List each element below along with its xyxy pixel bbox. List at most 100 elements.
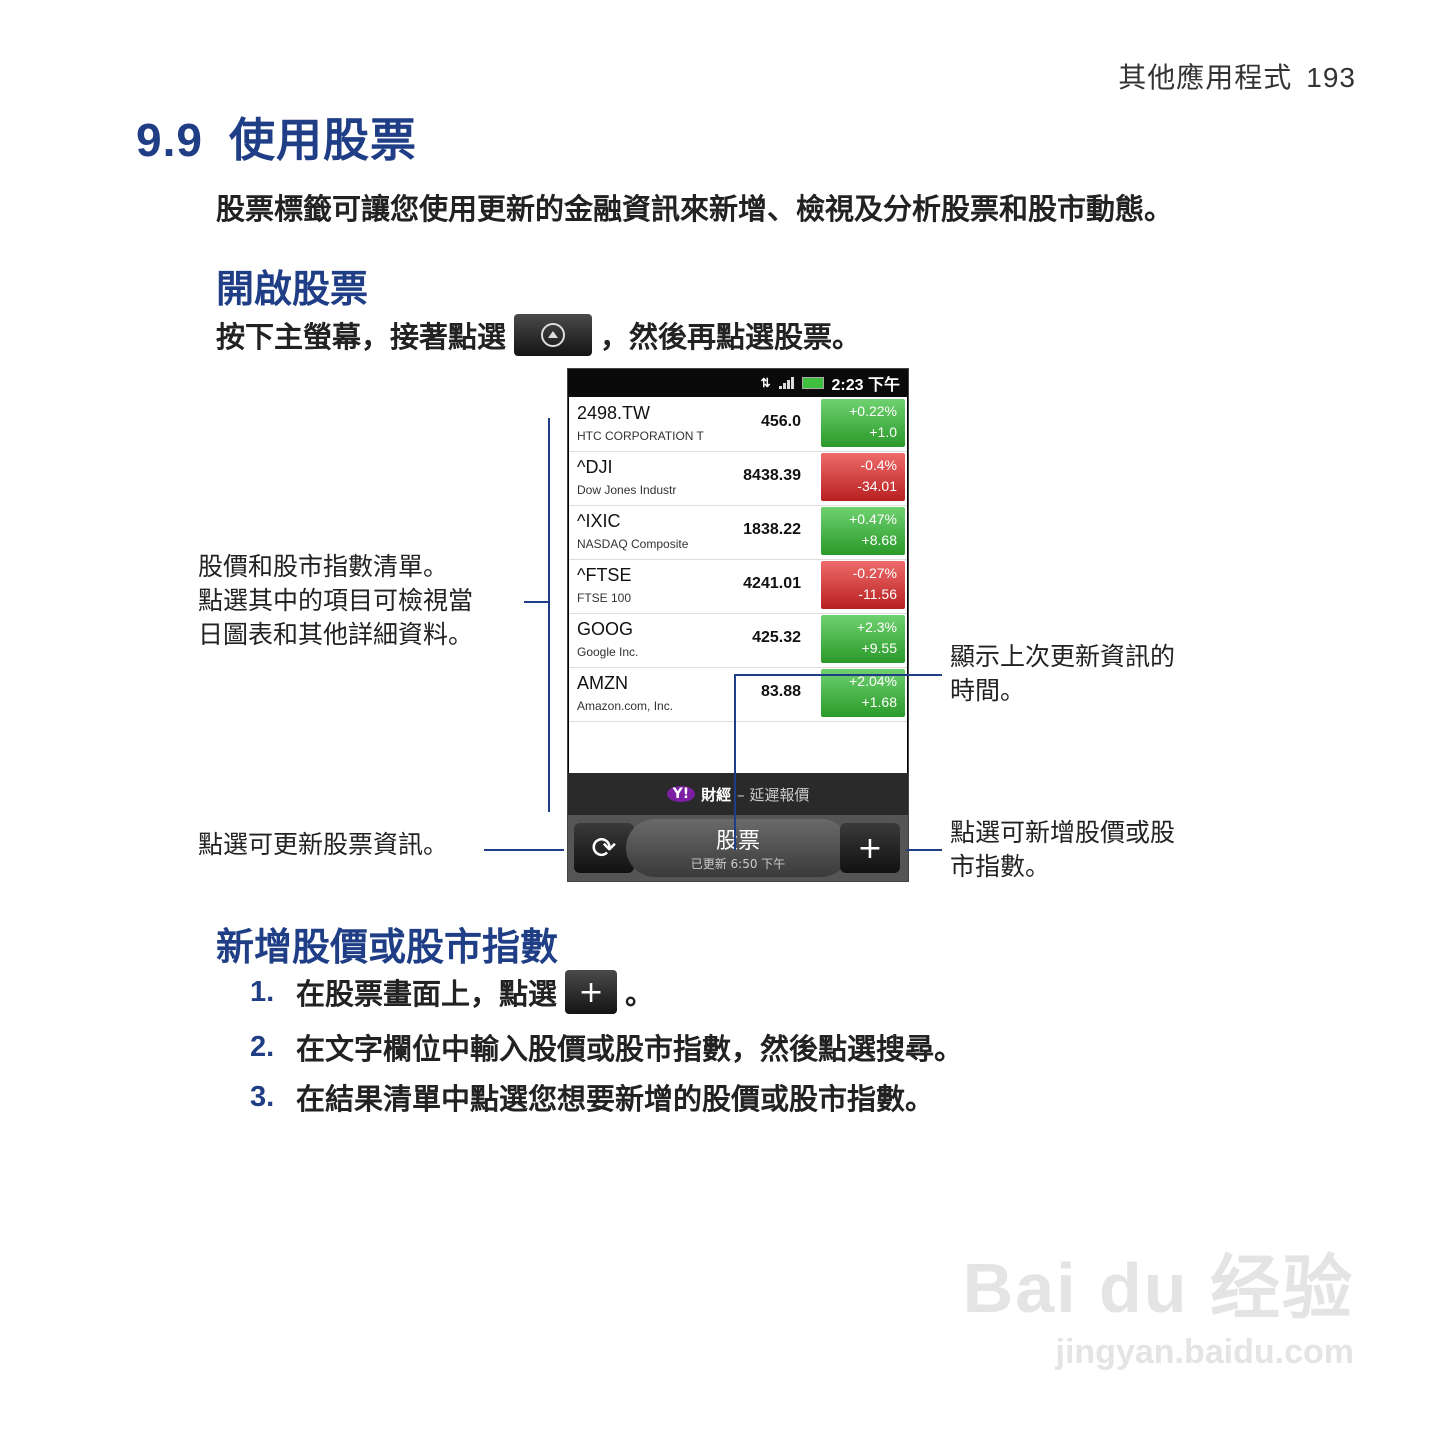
running-header: 其他應用程式 193 [1118,56,1356,96]
stock-row[interactable]: 2498.TW HTC CORPORATION T 456.0 +0.22% +1.0 [569,397,907,452]
stock-name: Google Inc. [577,645,639,659]
step-number: 1. [250,975,275,1008]
open-heading: 開啟股票 [216,267,369,311]
step-text: 在結果清單中點選您想要新增的股價或股市指數。 [296,1082,935,1116]
stock-change-percent: -0.4% [860,457,897,473]
stock-name: NASDAQ Composite [577,537,689,551]
stock-change-badge: -0.4% -34.01 [821,453,905,501]
page-number: 193 [1306,62,1356,93]
stock-price: 1838.22 [743,521,801,538]
stock-change-badge: -0.27% -11.56 [821,561,905,609]
phone-screenshot: ⇅ 2:23 下午 2498.TW HTC CORPORATION T 456.0 +… [567,368,909,882]
watermark-brand: Bai du 经验 [962,1249,1354,1327]
stock-price: 83.88 [760,683,801,700]
bottom-bar: ⟳ 股票 已更新 6:50 下午 + [568,815,908,881]
source-text: – 延遲報價 [737,785,810,804]
stock-change-value: +9.55 [861,640,897,656]
header-section: 其他應用程式 [1118,61,1293,94]
list-callout-line1: 股價和股市指數清單。 [198,552,449,581]
stock-change-value: -11.56 [858,586,897,602]
section-name: 使用股票 [228,113,417,167]
intro-paragraph: 股票標籤可讓您使用更新的金融資訊來新增、檢視及分析股票和股市動態。 [216,192,1174,226]
time-callout-line1: 顯示上次更新資訊的 [950,642,1176,671]
add-callout-line2: 市指數。 [950,852,1051,881]
stock-change-percent: +0.47% [849,511,897,527]
plus-button-inline: + [565,970,618,1014]
stock-symbol: 2498.TW [577,403,651,423]
stock-name: FTSE 100 [577,591,632,605]
stock-symbol: ^IXIC [577,511,621,531]
stock-change-badge: +2.04% +1.68 [821,669,905,717]
quote-source-bar: Y! 財經 – 延遲報價 [568,773,908,815]
stock-change-badge: +2.3% +9.55 [821,615,905,663]
status-bar: ⇅ 2:23 下午 [568,369,908,397]
section-number: 9.9 [136,114,203,166]
stock-change-value: +8.68 [861,532,897,548]
stock-symbol: ^FTSE [577,565,632,585]
add-stock-button[interactable]: + [840,823,900,873]
list-callout-line3: 日圖表和其他詳細資料。 [198,620,474,649]
list-callout: 股價和股市指數清單。 點選其中的項目可檢視當 日圖表和其他詳細資料。 [198,550,473,652]
stock-name: Dow Jones Industr [577,483,677,497]
status-time: 2:23 下午 [831,377,900,394]
stock-name: HTC CORPORATION T [577,429,704,443]
step-text: 在文字欄位中輸入股價或股市指數，然後點選搜尋。 [296,1032,964,1066]
stock-row[interactable]: GOOG Google Inc. 425.32 +2.3% +9.55 [569,613,907,668]
stock-price: 425.32 [752,629,801,646]
refresh-callout-line [484,849,564,851]
stock-name: Amazon.com, Inc. [577,699,674,713]
stock-price: 4241.01 [743,575,801,592]
stock-price: 8438.39 [743,467,801,484]
add-callout-line1: 點選可新增股價或股 [950,818,1176,847]
watermark-url: jingyan.baidu.com [1055,1333,1354,1371]
time-callout-line-h [734,674,942,676]
bottom-title: 股票 [715,829,760,854]
data-transfer-icon: ⇅ [760,376,771,390]
open-text-before: 按下主螢幕，接著點選 [216,320,507,354]
time-callout: 顯示上次更新資訊的 時間。 [950,640,1175,708]
open-instruction: 按下主螢幕，接著點選 ，然後再點選股票。 [216,314,861,356]
stock-symbol: GOOG [577,619,634,639]
stock-change-value: +1.0 [869,424,897,440]
list-bracket-line [548,418,550,812]
all-apps-button [514,314,593,356]
list-callout-line2: 點選其中的項目可檢視當 [198,586,474,615]
stock-change-badge: +0.47% +8.68 [821,507,905,555]
add-callout-line [906,849,942,851]
stock-change-percent: +2.3% [856,619,897,635]
stock-change-percent: +0.22% [849,403,897,419]
arrow-up-icon [541,323,566,347]
stock-row[interactable]: ^IXIC NASDAQ Composite 1838.22 +0.47% +8.68 [569,505,907,560]
stock-symbol: ^DJI [577,457,613,477]
refresh-button[interactable]: ⟳ [574,823,634,873]
add-heading: 新增股價或股市指數 [216,925,559,969]
refresh-icon: ⟳ [591,830,617,866]
baidu-watermark: Bai du 经验 jingyan.baidu.com [963,1232,1354,1372]
stock-row[interactable]: ^FTSE FTSE 100 4241.01 -0.27% -11.56 [569,559,907,614]
step-text-end: 。 [625,977,655,1011]
step-text: 在股票畫面上，點選 [296,977,558,1011]
refresh-callout: 點選可更新股票資訊。 [198,830,449,859]
time-callout-line2: 時間。 [950,676,1026,705]
stock-change-value: +1.68 [861,694,897,710]
section-title: 9.9 使用股票 [136,104,417,170]
last-updated: 已更新 6:50 下午 [690,857,786,871]
open-text-after: ，然後再點選股票。 [600,320,862,354]
stock-row[interactable]: ^DJI Dow Jones Industr 8438.39 -0.4% -34.01 [569,451,907,506]
source-brand: 財經 [701,785,732,804]
time-callout-line-v [734,674,736,850]
signal-icon [778,377,794,389]
stock-change-badge: +0.22% +1.0 [821,399,905,447]
step-2: 2. 在文字欄位中輸入股價或股市指數，然後點選搜尋。 [250,1026,963,1068]
yahoo-logo: Y! [666,786,696,802]
stock-list: 2498.TW HTC CORPORATION T 456.0 +0.22% +1.0 ^… [569,397,907,773]
update-info: 股票 已更新 6:50 下午 [626,819,850,877]
step-3: 3. 在結果清單中點選您想要新增的股價或股市指數。 [250,1076,934,1118]
add-callout: 點選可新增股價或股 市指數。 [950,816,1175,884]
step-number: 3. [250,1080,275,1113]
stock-change-percent: -0.27% [852,565,897,581]
stock-change-value: -34.01 [857,478,897,494]
stock-price: 456.0 [760,413,801,430]
step-1: 1. 在股票畫面上，點選 + 。 [250,970,654,1014]
step-number: 2. [250,1030,275,1063]
